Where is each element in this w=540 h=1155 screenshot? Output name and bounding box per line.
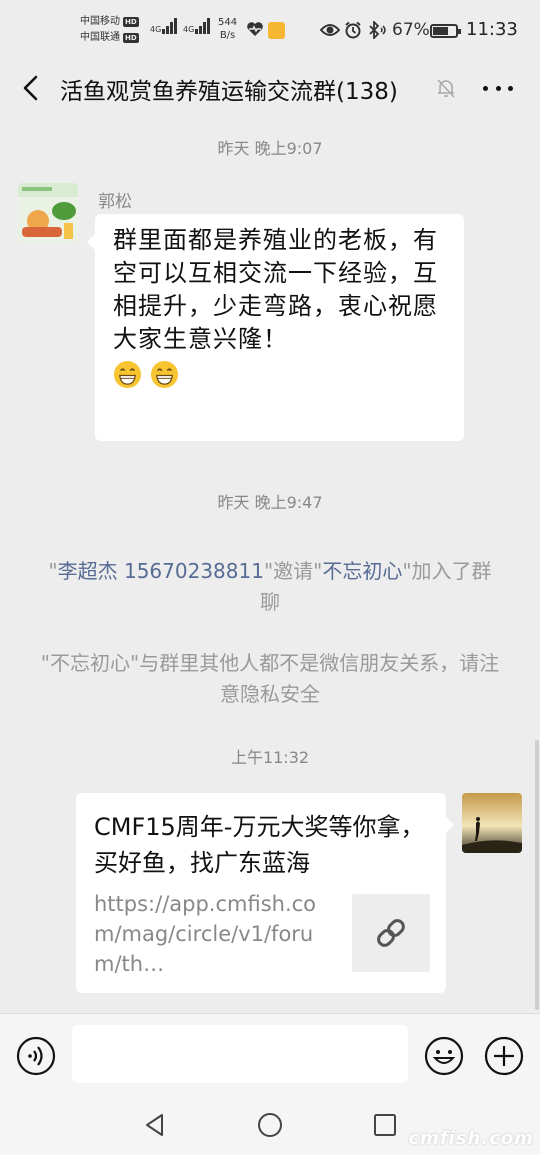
link-card[interactable]: CMF15周年-万元大奖等你拿，买好鱼，找广东蓝海 https://app.cm…: [76, 793, 454, 993]
carrier-2: 中国联通: [80, 32, 120, 43]
link-thumbnail: [352, 894, 430, 972]
grin-emoji-icon: [113, 360, 142, 389]
voice-input-icon[interactable]: [16, 1036, 56, 1076]
eye-icon: [320, 24, 340, 36]
network-type: 4G: [183, 25, 195, 34]
carrier-1: 中国移动: [80, 16, 120, 27]
status-bar: 中国移动 HD 中国联通 HD 4G 4G 544 B/s 67% 11:33: [0, 0, 540, 62]
battery-fill: [433, 27, 448, 35]
heart-rate-icon: [247, 22, 263, 36]
network-type: 4G: [150, 25, 162, 34]
emoji-picker-icon[interactable]: [424, 1036, 464, 1076]
emoji-row: [113, 360, 449, 389]
sys-text: ": [48, 559, 58, 583]
timestamp: 昨天 晚上9:47: [217, 493, 323, 512]
chat-title: 活鱼观赏鱼养殖运输交流群(138): [60, 79, 398, 105]
message-text: 群里面都是养殖业的老板，有空可以互相交流一下经验，互相提升，少走弯路，衷心祝愿大…: [113, 226, 438, 353]
speed-unit: B/s: [219, 30, 236, 41]
system-message-invite: "李超杰 15670238811"邀请"不忘初心"加入了群聊: [40, 556, 500, 618]
message-bubble[interactable]: 群里面都是养殖业的老板，有空可以互相交流一下经验，互相提升，少走弯路，衷心祝愿大…: [87, 214, 464, 441]
battery-icon: [430, 24, 461, 38]
add-attachment-icon[interactable]: [484, 1036, 524, 1076]
carrier-info: 中国移动 HD 中国联通 HD: [80, 14, 139, 46]
message-input[interactable]: [72, 1025, 408, 1083]
avatar[interactable]: [462, 793, 522, 853]
sys-text: "邀请": [263, 559, 323, 583]
alarm-icon: [345, 21, 361, 39]
inviter-link[interactable]: 李超杰 15670238811: [58, 559, 264, 583]
link-url: https://app.cmfish.com/mag/circle/v1/for…: [94, 892, 317, 976]
bluetooth-icon: [369, 21, 386, 39]
avatar[interactable]: [18, 183, 78, 243]
chain-link-icon: [377, 919, 405, 947]
chat-header: 活鱼观赏鱼养殖运输交流群(138): [0, 62, 540, 116]
system-message-privacy: "不忘初心"与群里其他人都不是微信朋友关系，请注意隐私安全: [40, 651, 500, 706]
system-navigation-bar: cmfish.com: [0, 1096, 540, 1155]
network-speed: 544 B/s: [218, 16, 237, 42]
nav-back-icon[interactable]: [142, 1112, 168, 1138]
scrollbar[interactable]: [535, 740, 539, 1010]
signal-icon: 4G: [183, 16, 211, 34]
signal-icon: 4G: [150, 16, 178, 34]
grin-emoji-icon: [150, 360, 179, 389]
watermark: cmfish.com: [408, 1128, 534, 1149]
input-bar: [0, 1013, 540, 1096]
timestamp: 上午11:32: [230, 748, 310, 767]
battery-percent: 67%: [392, 20, 430, 40]
speed-value: 544: [218, 17, 238, 28]
chat-screen: 中国移动 HD 中国联通 HD 4G 4G 544 B/s 67% 11:33 …: [0, 0, 540, 1155]
invitee-link[interactable]: 不忘初心: [322, 559, 402, 583]
notification-icon: [268, 22, 285, 39]
more-options-icon[interactable]: [480, 76, 516, 100]
link-title: CMF15周年-万元大奖等你拿，买好鱼，找广东蓝海: [94, 813, 425, 877]
mute-bell-icon: [437, 79, 455, 98]
link-body: https://app.cmfish.com/mag/circle/v1/for…: [94, 889, 430, 979]
nav-home-icon[interactable]: [257, 1112, 283, 1138]
hd-badge: HD: [123, 33, 139, 43]
sender-name: 郭松: [98, 192, 132, 212]
back-arrow-icon[interactable]: [14, 70, 50, 106]
nav-recents-icon[interactable]: [372, 1112, 398, 1138]
hd-badge: HD: [123, 17, 139, 27]
timestamp: 昨天 晚上9:07: [217, 139, 323, 158]
status-time: 11:33: [466, 19, 518, 40]
